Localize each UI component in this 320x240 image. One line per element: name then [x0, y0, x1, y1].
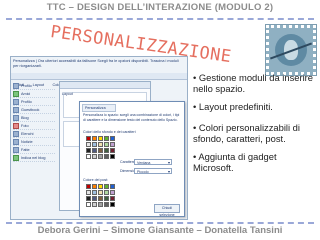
- top-divider: [6, 18, 314, 20]
- module-icon: [13, 122, 19, 129]
- color-swatch[interactable]: [104, 148, 109, 153]
- color-swatch[interactable]: [104, 154, 109, 159]
- nav-item[interactable]: Guestbook: [13, 106, 55, 114]
- nav-item[interactable]: Notizie: [13, 138, 55, 146]
- size-select[interactable]: Piccolo: [134, 168, 172, 175]
- module-icon: [13, 146, 19, 153]
- nav-item[interactable]: Amici: [13, 90, 55, 98]
- color-swatch[interactable]: [98, 142, 103, 147]
- color-swatch[interactable]: [104, 196, 109, 201]
- bullet-list: • Gestione moduli da inserire nello spaz…: [193, 72, 317, 180]
- color-swatch[interactable]: [86, 184, 91, 189]
- color-swatch[interactable]: [86, 190, 91, 195]
- nav-item[interactable]: Blog: [13, 114, 55, 122]
- tab-layout[interactable]: Layout: [62, 92, 73, 96]
- color-swatch[interactable]: [86, 136, 91, 141]
- color-swatch[interactable]: [98, 184, 103, 189]
- dialog-tab[interactable]: Personalizza: [82, 104, 116, 112]
- color-swatch[interactable]: [104, 190, 109, 195]
- color-swatch[interactable]: [98, 196, 103, 201]
- module-icon: [13, 98, 19, 105]
- color-swatch[interactable]: [86, 202, 91, 207]
- color-swatch[interactable]: [98, 136, 103, 141]
- color-swatch[interactable]: [92, 196, 97, 201]
- color-swatch[interactable]: [110, 190, 115, 195]
- module-icon: [13, 130, 19, 137]
- color-swatch[interactable]: [92, 190, 97, 195]
- color-swatch[interactable]: [86, 148, 91, 153]
- screenshot-nav: Profilo Amici Profilo Guestbook Blog Fot…: [13, 82, 55, 162]
- module-icon: [13, 82, 19, 89]
- module-icon: [13, 90, 19, 97]
- nav-item[interactable]: Profilo: [13, 82, 55, 90]
- color-swatch[interactable]: [92, 154, 97, 159]
- nav-item[interactable]: Elenchi: [13, 130, 55, 138]
- footer-authors: Debora Gerini – Simone Giansante – Donat…: [37, 225, 283, 236]
- module-icon: [13, 114, 19, 121]
- color-swatch[interactable]: [110, 148, 115, 153]
- color-swatch[interactable]: [104, 136, 109, 141]
- module-icon: [13, 154, 19, 161]
- screenshot-intro: Personalizza | Ora ulteriori accessibili…: [13, 59, 179, 68]
- color-swatch[interactable]: [98, 190, 103, 195]
- color-swatch[interactable]: [92, 142, 97, 147]
- color-swatch[interactable]: [98, 154, 103, 159]
- color-swatch[interactable]: [86, 142, 91, 147]
- layout-tabs: Layout: [60, 82, 150, 96]
- color-swatch[interactable]: [92, 202, 97, 207]
- color-swatch[interactable]: [92, 136, 97, 141]
- color-swatch[interactable]: [110, 142, 115, 147]
- bullet-item: • Gestione moduli da inserire nello spaz…: [193, 72, 314, 95]
- color-swatch[interactable]: [98, 202, 103, 207]
- customize-dialog: Personalizza Personalizza lo spazio: sce…: [79, 101, 185, 217]
- header-title: TTC – DESIGN DELL’INTERAZIONE (MODULO 2): [46, 2, 274, 13]
- colors-section-label: Colori dello sfondo e dei caratteri: [83, 130, 136, 134]
- nav-item[interactable]: Foto: [13, 122, 55, 130]
- embedded-screenshot: Personalizza | Ora ulteriori accessibili…: [10, 56, 188, 220]
- color-swatch[interactable]: [110, 184, 115, 189]
- color-swatch[interactable]: [86, 154, 91, 159]
- color-swatch[interactable]: [92, 148, 97, 153]
- color-swatch[interactable]: [104, 184, 109, 189]
- post-color-swatch-grid: [86, 184, 116, 207]
- slide: TTC – DESIGN DELL’INTERAZIONE (MODULO 2)…: [0, 0, 320, 240]
- bottom-divider: [6, 222, 314, 224]
- font-select[interactable]: Verdana: [134, 159, 172, 166]
- module-icon: [13, 106, 19, 113]
- bullet-item: • Colori personalizzabili di sfondo, car…: [193, 121, 300, 144]
- postage-stamp-icon: [266, 25, 316, 75]
- color-swatch[interactable]: [92, 184, 97, 189]
- color-swatch[interactable]: [110, 202, 115, 207]
- module-icon: [13, 138, 19, 145]
- post-color-label: Colore del post:: [83, 178, 109, 182]
- dialog-description: Personalizza lo spazio: scegli una combi…: [83, 113, 180, 122]
- color-swatch[interactable]: [104, 142, 109, 147]
- color-swatch[interactable]: [98, 148, 103, 153]
- nav-item[interactable]: Indica nel blog: [13, 154, 55, 162]
- color-swatch[interactable]: [104, 202, 109, 207]
- close-selection-button[interactable]: Chiudi selezione: [154, 204, 180, 217]
- color-swatch[interactable]: [110, 154, 115, 159]
- screenshot-toolbar: Moduli Layout Colori: [11, 73, 187, 87]
- color-swatch[interactable]: [110, 136, 115, 141]
- color-swatch[interactable]: [86, 196, 91, 201]
- nav-item[interactable]: Fatte: [13, 146, 55, 154]
- bullet-item: • Layout predefiniti.: [193, 101, 273, 113]
- color-swatch-grid: [86, 136, 116, 159]
- bullet-item: • Aggiunta di gadget Microsoft.: [193, 151, 277, 174]
- color-swatch[interactable]: [110, 196, 115, 201]
- nav-item[interactable]: Profilo: [13, 98, 55, 106]
